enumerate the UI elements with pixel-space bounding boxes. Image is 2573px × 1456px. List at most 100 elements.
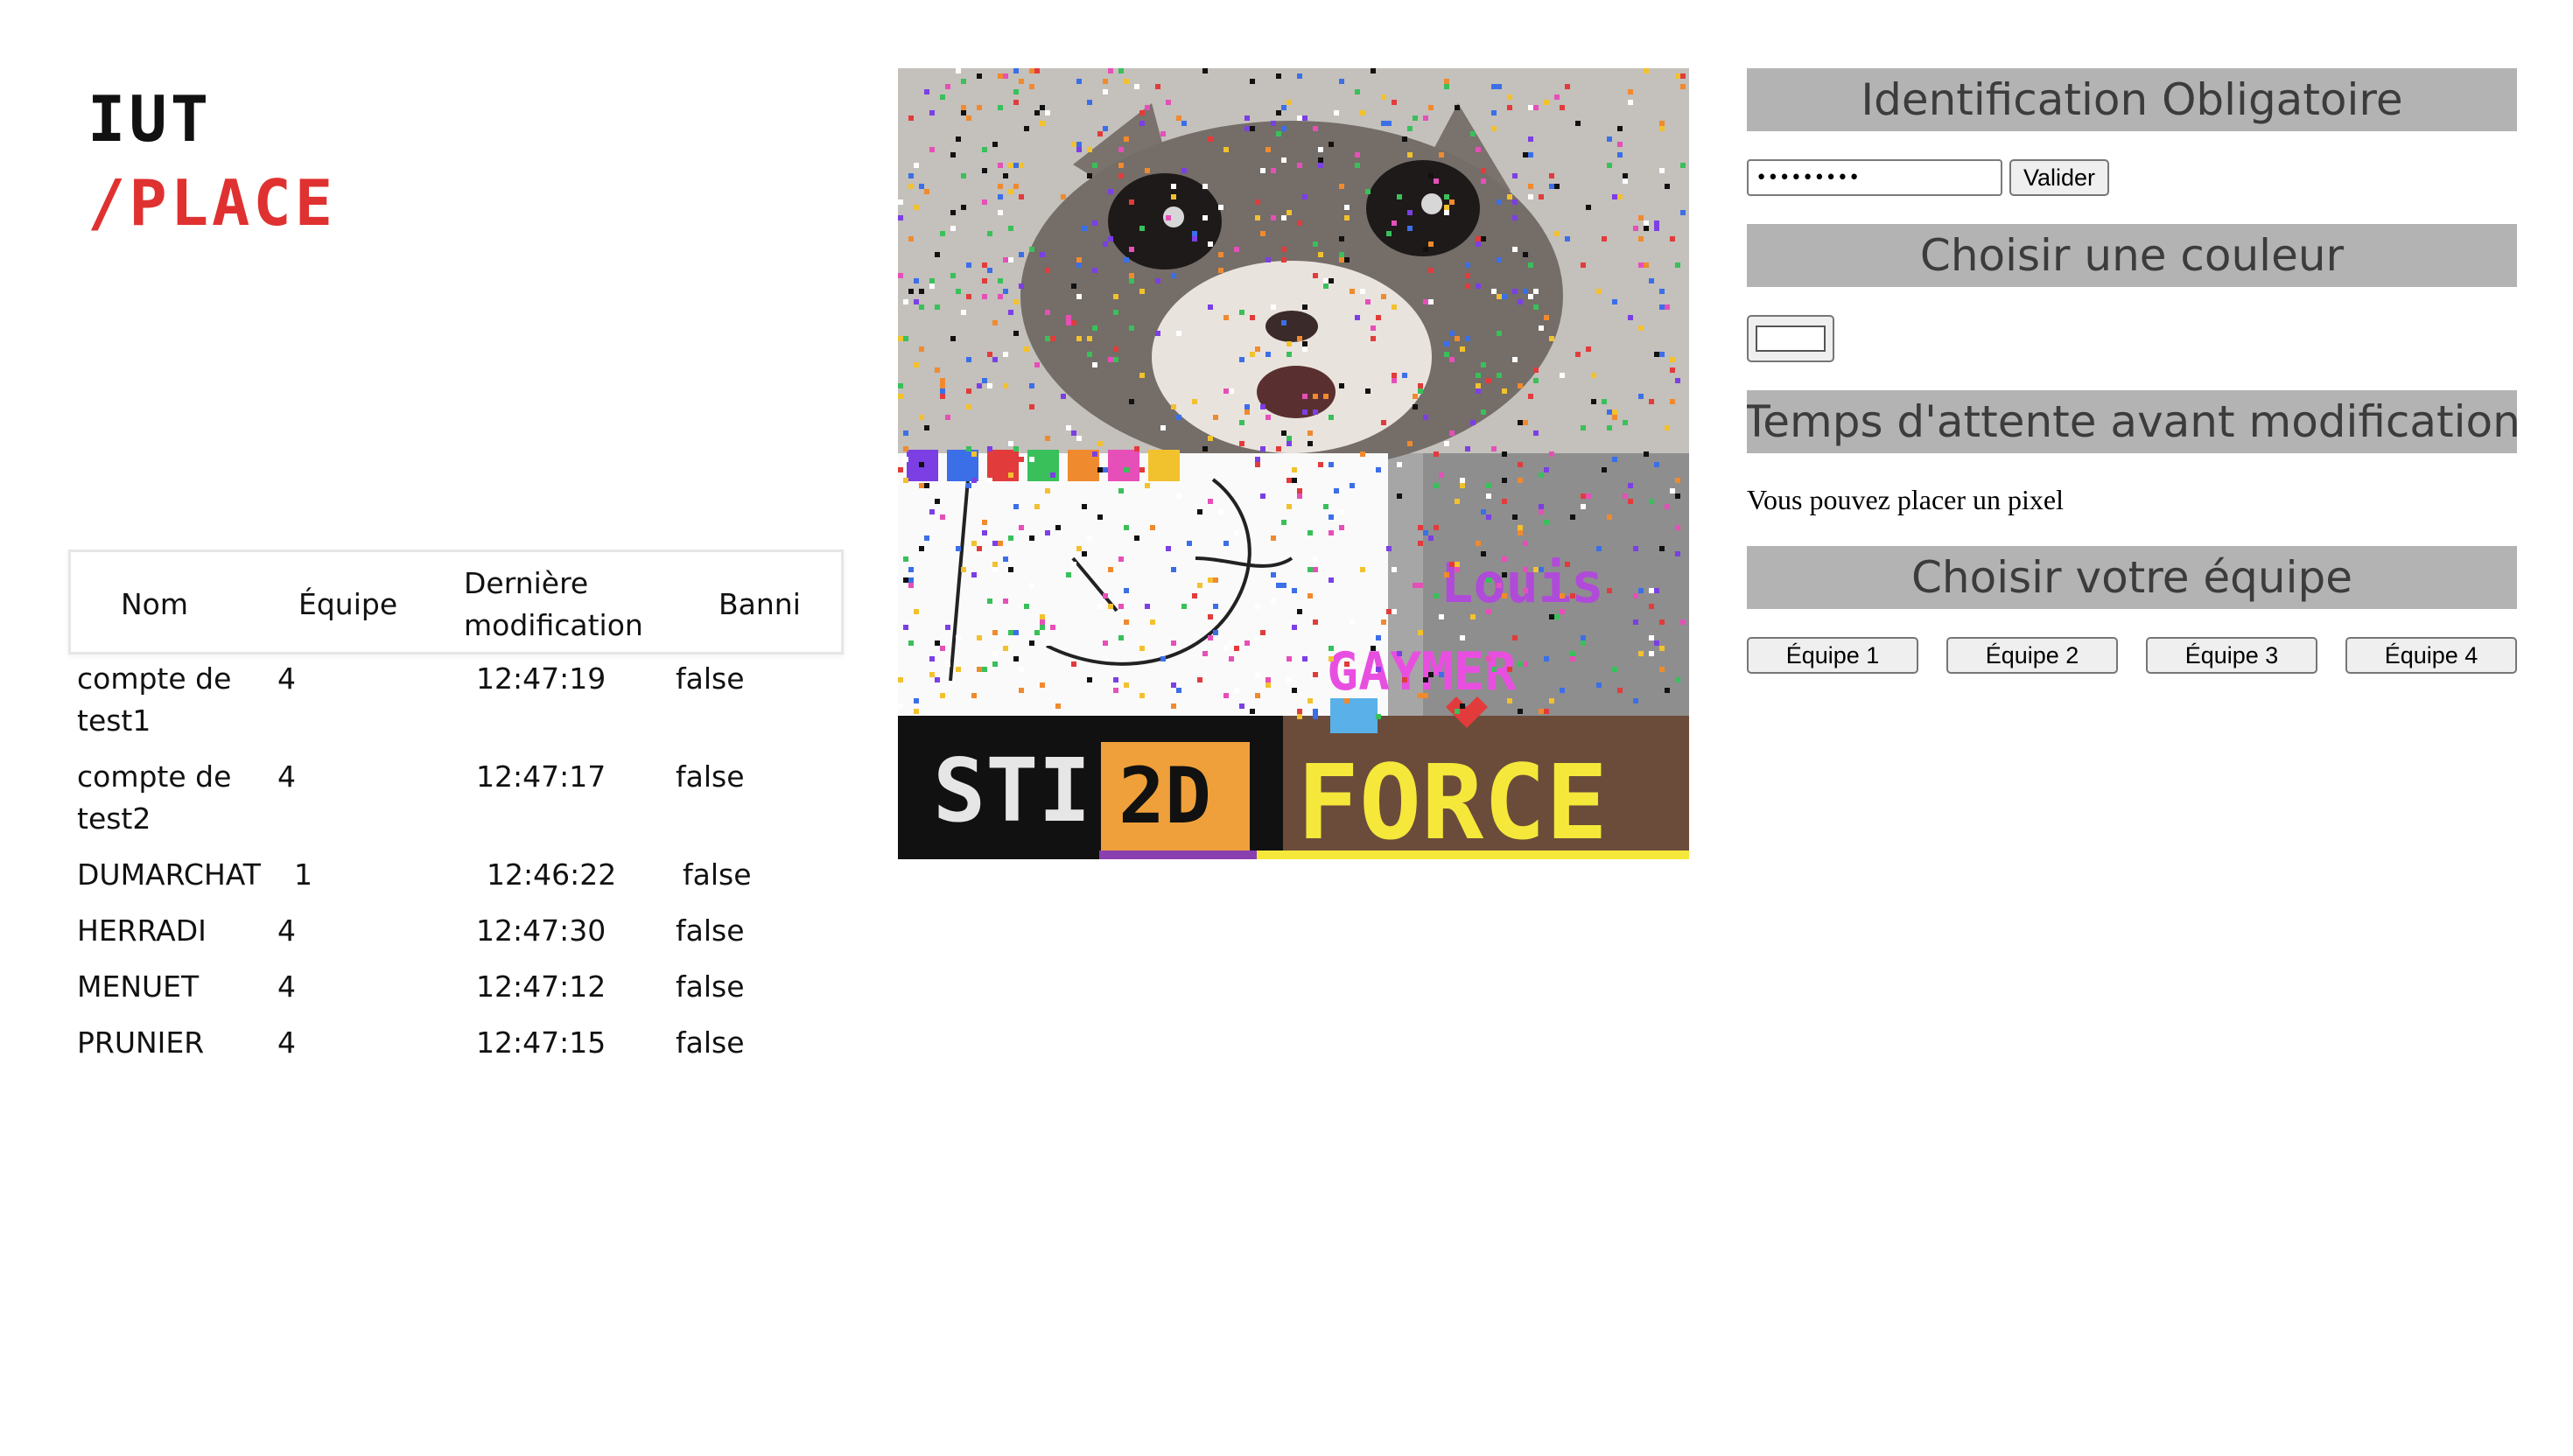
noise-pixel — [1260, 630, 1265, 635]
noise-pixel — [1344, 257, 1350, 262]
noise-pixel — [1124, 257, 1129, 262]
noise-pixel — [1045, 530, 1050, 536]
noise-pixel — [1019, 688, 1024, 693]
noise-pixel — [1003, 556, 1008, 562]
valider-button[interactable]: Valider — [2009, 159, 2110, 196]
noise-pixel — [1008, 536, 1013, 541]
noise-pixel — [982, 294, 987, 299]
pixel-canvas-drawing[interactable]: Louis GAYMER STI 2D FORCE — [898, 68, 1689, 859]
noise-pixel — [898, 383, 903, 388]
cell-derniere-modification: 12:47:15 — [476, 1026, 606, 1060]
noise-pixel — [1040, 105, 1045, 110]
password-input[interactable] — [1747, 159, 2002, 196]
noise-pixel — [1413, 583, 1418, 588]
noise-pixel — [1234, 646, 1239, 651]
noise-pixel — [1539, 709, 1544, 714]
noise-pixel — [998, 294, 1003, 299]
pixel-creature-row — [907, 450, 1180, 481]
noise-pixel — [1423, 247, 1428, 252]
color-picker[interactable] — [1747, 315, 1834, 362]
noise-pixel — [1350, 483, 1355, 488]
noise-pixel — [1124, 682, 1129, 688]
noise-pixel — [1318, 158, 1323, 163]
noise-pixel — [1502, 478, 1507, 483]
noise-pixel — [898, 467, 903, 472]
noise-pixel — [1313, 394, 1318, 399]
noise-pixel — [914, 609, 919, 614]
noise-pixel — [1003, 646, 1008, 651]
noise-pixel — [950, 226, 956, 231]
noise-pixel — [1329, 462, 1334, 467]
cell-equipe: 4 — [277, 662, 296, 696]
noise-pixel — [998, 194, 1003, 200]
cell-banni: false — [683, 858, 752, 892]
noise-pixel — [961, 173, 966, 178]
team-4-button[interactable]: Équipe 4 — [2345, 637, 2517, 674]
logo: IUT /PLACE — [88, 88, 336, 234]
noise-pixel — [1465, 262, 1470, 268]
noise-pixel — [1029, 457, 1034, 462]
noise-pixel — [1418, 583, 1423, 588]
noise-pixel — [1297, 609, 1302, 614]
noise-pixel — [956, 546, 961, 551]
noise-pixel — [1675, 494, 1680, 499]
noise-pixel — [1591, 373, 1596, 378]
noise-pixel — [1638, 236, 1644, 242]
noise-pixel — [1218, 509, 1223, 514]
noise-pixel — [1434, 593, 1439, 598]
noise-pixel — [1491, 126, 1497, 131]
noise-pixel — [1150, 620, 1155, 625]
noise-pixel — [1092, 326, 1097, 331]
noise-pixel — [1596, 289, 1602, 294]
noise-pixel — [1628, 89, 1633, 94]
noise-pixel — [1360, 452, 1365, 457]
noise-pixel — [1659, 667, 1665, 672]
noise-pixel — [1234, 247, 1239, 252]
noise-pixel — [1633, 226, 1638, 231]
login-form: Valider — [1747, 159, 2517, 196]
noise-pixel — [1202, 184, 1208, 189]
noise-pixel — [1255, 346, 1260, 352]
noise-pixel — [1518, 420, 1523, 425]
noise-pixel — [914, 299, 919, 304]
noise-pixel — [1297, 494, 1302, 499]
noise-pixel — [1339, 257, 1344, 262]
noise-pixel — [903, 578, 908, 583]
color-swatch[interactable] — [1756, 326, 1826, 352]
noise-pixel — [982, 262, 987, 268]
noise-pixel — [1670, 399, 1675, 404]
noise-pixel — [1329, 646, 1334, 651]
noise-pixel — [1392, 378, 1397, 383]
team-2-button[interactable]: Équipe 2 — [1946, 637, 2118, 674]
noise-pixel — [1544, 100, 1549, 105]
noise-pixel — [1040, 252, 1045, 257]
team-3-button[interactable]: Équipe 3 — [2146, 637, 2317, 674]
noise-pixel — [1528, 105, 1533, 110]
noise-pixel — [1281, 583, 1286, 588]
noise-pixel — [1134, 446, 1139, 452]
noise-pixel — [1612, 299, 1617, 304]
noise-pixel — [1444, 441, 1449, 446]
noise-pixel — [924, 89, 929, 94]
noise-pixel — [1292, 478, 1297, 483]
noise-pixel — [924, 189, 929, 194]
noise-pixel — [998, 541, 1003, 546]
noise-pixel — [1202, 215, 1208, 220]
noise-pixel — [1465, 284, 1470, 289]
noise-pixel — [1040, 614, 1045, 620]
noise-pixel — [1029, 583, 1034, 588]
noise-pixel — [1465, 446, 1470, 452]
team-1-button[interactable]: Équipe 1 — [1747, 637, 1918, 674]
noise-pixel — [929, 509, 935, 514]
noise-pixel — [1113, 688, 1118, 693]
pixel-canvas[interactable]: Louis GAYMER STI 2D FORCE — [898, 68, 1689, 859]
noise-pixel — [1024, 604, 1029, 609]
noise-pixel — [1097, 131, 1103, 136]
noise-pixel — [929, 278, 935, 284]
noise-pixel — [1281, 215, 1286, 220]
force-text: FORCE — [1297, 742, 1608, 859]
noise-pixel — [1108, 567, 1113, 572]
noise-pixel — [1360, 110, 1365, 116]
noise-pixel — [1386, 609, 1392, 614]
noise-pixel — [1602, 467, 1607, 472]
